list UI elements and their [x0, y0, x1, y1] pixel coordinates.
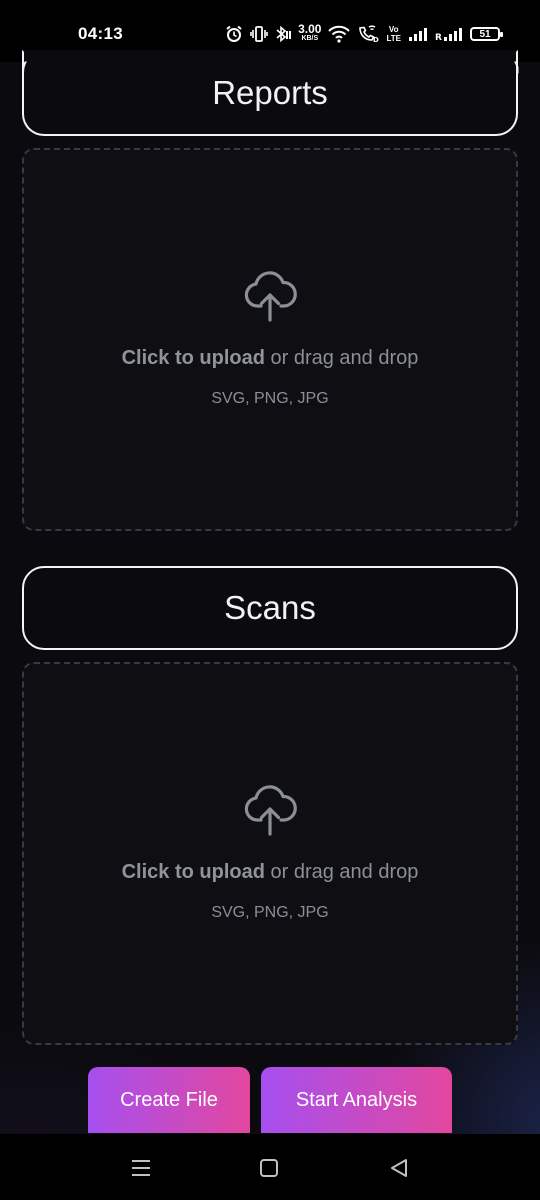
reports-title: Reports — [212, 74, 328, 111]
signal-icon — [408, 26, 428, 42]
upload-instruction: Click to upload or drag and drop — [24, 861, 516, 884]
create-file-button[interactable]: Create File — [88, 1067, 250, 1133]
status-icons: 3.00 KB/S D Vo LTE R 51 — [225, 20, 503, 48]
upload-instruction: Click to upload or drag and drop — [24, 347, 516, 370]
click-to-upload-link[interactable]: Click to upload — [122, 861, 265, 883]
roaming-signal-icon: R — [435, 26, 463, 42]
volte-bottom: LTE — [386, 34, 401, 43]
svg-text:D: D — [373, 36, 379, 43]
accepted-formats: SVG, PNG, JPG — [211, 904, 329, 921]
net-speed-unit: KB/S — [301, 35, 319, 42]
cloud-upload-icon — [242, 782, 298, 838]
status-time: 04:13 — [78, 24, 123, 43]
net-speed-value: 3.00 — [298, 22, 322, 36]
reports-upload-dropzone[interactable]: Click to upload or drag and drop SVG, PN… — [22, 148, 518, 531]
drag-drop-text: or drag and drop — [264, 861, 419, 883]
drag-drop-text: or drag and drop — [264, 347, 419, 369]
wifi-icon — [328, 25, 351, 43]
scans-upload-dropzone[interactable]: Click to upload or drag and drop SVG, PN… — [22, 662, 518, 1045]
volte-top: Vo — [388, 25, 399, 34]
start-analysis-button[interactable]: Start Analysis — [261, 1067, 452, 1133]
home-icon[interactable] — [254, 1154, 284, 1182]
volte-indicator: Vo LTE — [386, 25, 401, 43]
accepted-formats: SVG, PNG, JPG — [211, 390, 329, 407]
scans-header: Scans — [22, 566, 518, 650]
alarm-icon — [225, 25, 243, 43]
reports-header: Reports — [22, 50, 518, 136]
network-speed: 3.00 KB/S — [298, 22, 322, 44]
menu-icon[interactable] — [126, 1154, 156, 1182]
click-to-upload-link[interactable]: Click to upload — [122, 347, 265, 369]
vibrate-icon — [250, 26, 268, 42]
battery-icon: 51 — [470, 27, 503, 41]
system-nav-bar — [0, 1134, 540, 1200]
cloud-upload-icon — [242, 268, 298, 324]
bluetooth-icon — [275, 25, 292, 43]
scans-title: Scans — [224, 589, 316, 626]
wifi-calling-icon: D — [357, 25, 379, 43]
svg-text:R: R — [435, 33, 442, 42]
back-icon[interactable] — [384, 1154, 414, 1182]
